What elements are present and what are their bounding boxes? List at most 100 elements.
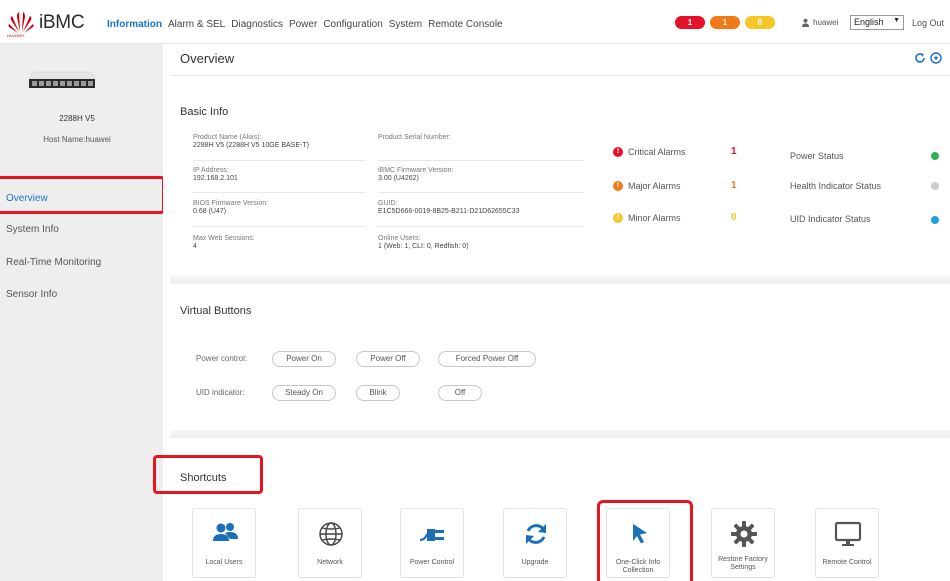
shortcut-restore-factory-settings[interactable]: Restore Factory Settings [711, 508, 775, 578]
ip-value: 192.168.2.101 [193, 175, 238, 182]
product-name-label: Product Name (Alias): [193, 134, 262, 141]
title-divider [170, 75, 950, 76]
gear-icon [731, 521, 757, 547]
major-alarms-label[interactable]: Major Alarms [628, 181, 681, 191]
overview-highlight-box [0, 176, 165, 214]
user-indicator: huawei [801, 18, 838, 27]
power-control-label: Power control: [196, 354, 248, 363]
power-status-indicator [931, 152, 939, 160]
chevron-down-icon: ▼ [893, 17, 900, 24]
nav-diagnostics[interactable]: Diagnostics [231, 19, 283, 30]
basic-info-title: Basic Info [180, 106, 229, 118]
uid-status-label: UID Indicator Status [790, 214, 871, 224]
sidebar-item-system-info[interactable]: System Info [6, 224, 59, 235]
divider [193, 226, 365, 227]
shortcut-upgrade[interactable]: Upgrade [503, 508, 567, 578]
forced-power-off-button[interactable]: Forced Power Off [438, 351, 536, 367]
minor-alarm-pill[interactable]: 0 [745, 16, 775, 29]
shortcut-remote-control[interactable]: Remote Control [815, 508, 879, 578]
main-nav: Information Alarm & SEL Diagnostics Powe… [107, 19, 509, 30]
guid-value: E1C5D666-0019-8B25-B211-D21D62655C33 [378, 208, 520, 215]
huawei-logo-icon [8, 12, 34, 33]
brand-title: iBMC [39, 12, 85, 33]
health-status-label: Health Indicator Status [790, 181, 882, 191]
power-status-label: Power Status [790, 151, 844, 161]
main-content [163, 44, 950, 581]
ip-label: IP Address: [193, 167, 229, 174]
tile-label: Remote Control [822, 559, 872, 566]
host-name: Host Name:huawei [43, 135, 111, 144]
brand-subtitle: HUAWEI [7, 33, 25, 38]
divider [193, 160, 365, 161]
minor-alarm-icon: ! [613, 213, 623, 223]
online-users-value: 1 (Web: 1, CLI: 0, Redfish: 0) [378, 243, 469, 250]
virtual-buttons-title: Virtual Buttons [180, 305, 252, 317]
power-on-button[interactable]: Power On [272, 351, 336, 367]
bios-label: BIOS Firmware Version: [193, 200, 269, 207]
off-button[interactable]: Off [438, 385, 482, 401]
shortcuts-highlight-box [153, 455, 263, 494]
sync-icon [526, 524, 546, 544]
health-status-indicator [931, 182, 939, 190]
nav-alarm-sel[interactable]: Alarm & SEL [168, 19, 225, 30]
guid-label: GUID: [378, 200, 398, 207]
blink-button[interactable]: Blink [356, 385, 400, 401]
info-collection-highlight-box [597, 500, 693, 581]
shortcut-local-users[interactable]: Local Users [192, 508, 256, 578]
shortcut-power-control[interactable]: Power Control [400, 508, 464, 578]
users-icon [213, 523, 238, 541]
divider [378, 160, 584, 161]
nav-power[interactable]: Power [289, 19, 317, 30]
major-alarm-icon: ! [613, 181, 623, 191]
critical-alarms-count[interactable]: 1 [731, 146, 737, 157]
uid-indicator-label: UID indicator: [196, 388, 245, 397]
tile-label: Local Users [205, 559, 243, 566]
sessions-label: Max Web Sessions: [193, 235, 255, 242]
user-icon [801, 18, 810, 27]
nav-configuration[interactable]: Configuration [323, 19, 382, 30]
host-model: 2288H V5 [59, 114, 95, 123]
tile-label: Network [317, 559, 343, 566]
nav-system[interactable]: System [389, 19, 422, 30]
power-plug-icon [419, 529, 444, 541]
fw-label: iBMC Firmware Version: [378, 167, 454, 174]
sidebar-item-sensor-info[interactable]: Sensor Info [6, 289, 57, 300]
power-off-button[interactable]: Power Off [356, 351, 420, 367]
minor-alarms-count[interactable]: 0 [731, 212, 737, 223]
serial-label: Product Serial Number: [378, 134, 451, 141]
fw-value: 3.00 (U4262) [378, 175, 419, 182]
logout-link[interactable]: Log Out [912, 18, 944, 28]
divider [378, 192, 584, 193]
server-image [28, 71, 96, 88]
sessions-value: 4 [193, 243, 197, 250]
product-name-value: 2288H V5 (2288H V5 10GE BASE-T) [193, 142, 309, 149]
language-select[interactable]: English ▼ [850, 15, 904, 30]
major-alarm-pill[interactable]: 1 [710, 16, 740, 29]
monitor-icon [834, 521, 862, 546]
nav-information[interactable]: Information [107, 19, 162, 30]
language-value: English [854, 17, 884, 27]
alarm-summary: 1 1 0 [675, 16, 780, 29]
top-bar: HUAWEI iBMC Information Alarm & SEL Diag… [0, 0, 950, 44]
sidebar-item-real-time-monitoring[interactable]: Real-Time Monitoring [6, 257, 101, 268]
tile-label: Restore Factory Settings [718, 556, 768, 571]
section-divider [170, 430, 950, 438]
page-title: Overview [180, 51, 235, 66]
nav-remote-console[interactable]: Remote Console [428, 19, 502, 30]
help-icon[interactable] [930, 52, 942, 64]
critical-alarm-pill[interactable]: 1 [675, 16, 705, 29]
divider [378, 226, 584, 227]
sidebar [0, 44, 163, 581]
section-divider [170, 276, 950, 284]
bios-value: 0.68 (U47) [193, 208, 227, 215]
tile-label: Upgrade [521, 559, 549, 566]
refresh-icon[interactable] [914, 52, 926, 64]
minor-alarms-label[interactable]: Minor Alarms [628, 213, 681, 223]
steady-on-button[interactable]: Steady On [272, 385, 336, 401]
shortcut-network[interactable]: Network [298, 508, 362, 578]
major-alarms-count[interactable]: 1 [731, 180, 737, 191]
critical-alarms-label[interactable]: Critical Alarms [628, 147, 686, 157]
username-label: huawei [813, 18, 839, 27]
globe-icon [319, 522, 343, 546]
uid-status-indicator [931, 216, 939, 224]
